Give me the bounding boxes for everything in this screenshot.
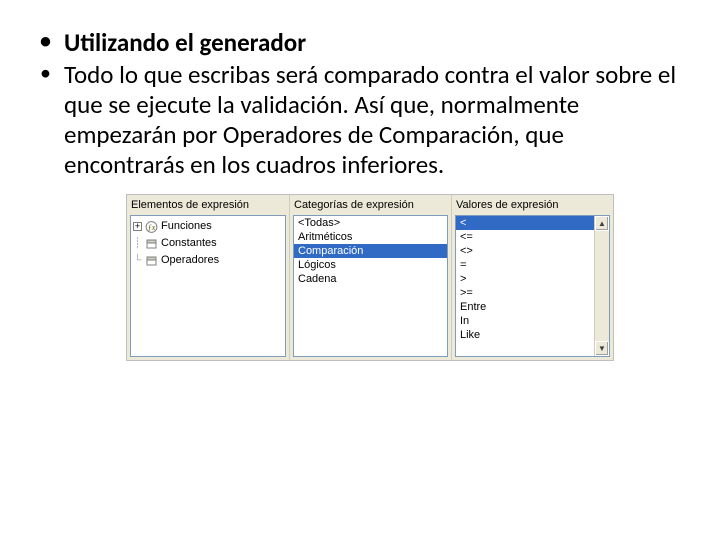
list-item[interactable]: In [456, 314, 609, 328]
fx-icon: ƒx [145, 221, 158, 233]
bullet-1: Todo lo que escribas será comparado cont… [36, 60, 684, 180]
tree-item-operadores[interactable]: └ Operadores [133, 252, 283, 269]
panels: Elementos de expresión + ƒx Funciones ┊ … [126, 194, 614, 361]
expander-icon[interactable]: + [133, 222, 142, 231]
list-item[interactable]: >= [456, 286, 609, 300]
tree-item-label: Operadores [161, 252, 219, 269]
list-item[interactable]: Comparación [294, 244, 447, 258]
svg-text:ƒx: ƒx [148, 223, 156, 232]
list-item[interactable]: > [456, 272, 609, 286]
col-categories-header: Categorías de expresión [290, 195, 451, 215]
tree-item-constantes[interactable]: ┊ Constantes [133, 235, 283, 252]
list-item[interactable]: Entre [456, 300, 609, 314]
slide-bullets: Utilizando el generador Todo lo que escr… [36, 28, 684, 180]
tree-branch-icon: └ [133, 252, 142, 269]
scrollbar[interactable]: ▲ ▼ [594, 216, 609, 356]
list-item[interactable]: Like [456, 328, 609, 342]
scroll-down-icon[interactable]: ▼ [595, 341, 609, 356]
values-listbox[interactable]: < <= <> = > >= Entre In Like ▲ ▼ [455, 215, 610, 357]
list-item[interactable]: <> [456, 244, 609, 258]
list-item[interactable]: Lógicos [294, 258, 447, 272]
tree-item-funciones[interactable]: + ƒx Funciones [133, 218, 283, 235]
list-item[interactable]: <Todas> [294, 216, 447, 230]
col-elements: Elementos de expresión + ƒx Funciones ┊ … [127, 195, 289, 360]
list-item[interactable]: <= [456, 230, 609, 244]
col-elements-header: Elementos de expresión [127, 195, 289, 215]
box-icon [145, 238, 158, 250]
box-icon [145, 255, 158, 267]
categories-listbox[interactable]: <Todas> Aritméticos Comparación Lógicos … [293, 215, 448, 357]
elements-tree[interactable]: + ƒx Funciones ┊ Constantes └ [130, 215, 286, 357]
tree-branch-icon: ┊ [133, 235, 142, 252]
tree-item-label: Constantes [161, 235, 217, 252]
tree-item-label: Funciones [161, 218, 212, 235]
col-categories: Categorías de expresión <Todas> Aritméti… [289, 195, 451, 360]
bullet-0: Utilizando el generador [36, 28, 684, 58]
expression-builder-screenshot: aula .com Elementos de expresión + ƒx Fu… [126, 194, 614, 361]
list-item[interactable]: < [456, 216, 609, 230]
col-values: Valores de expresión < <= <> = > >= Entr… [451, 195, 613, 360]
scroll-up-icon[interactable]: ▲ [595, 216, 609, 231]
list-item[interactable]: Aritméticos [294, 230, 447, 244]
col-values-header: Valores de expresión [452, 195, 613, 215]
list-item[interactable]: Cadena [294, 272, 447, 286]
list-item[interactable]: = [456, 258, 609, 272]
